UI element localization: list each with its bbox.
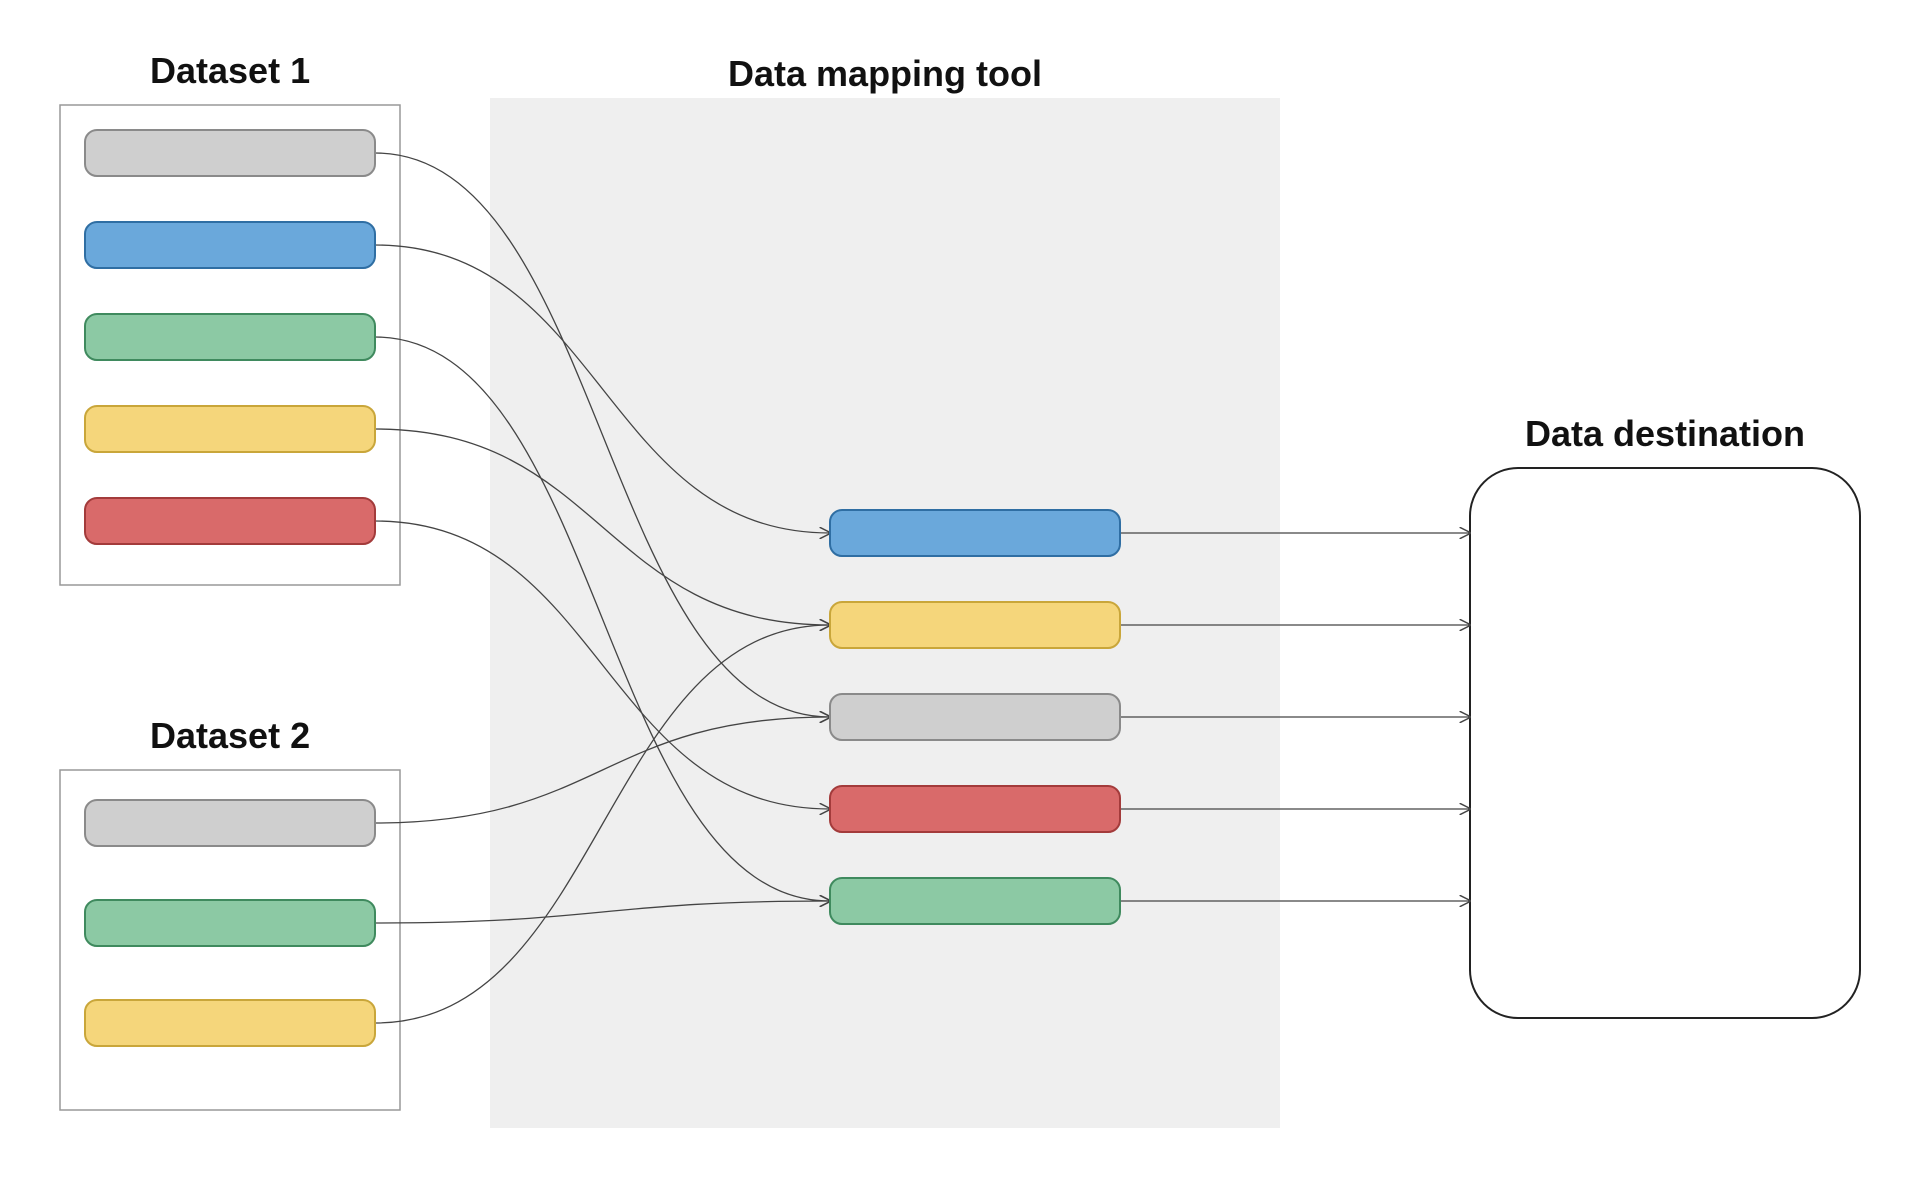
dataset2-heading: Dataset 2 bbox=[150, 715, 310, 756]
dataset1-heading: Dataset 1 bbox=[150, 50, 310, 91]
dataset2-fields bbox=[85, 800, 375, 1046]
dataset2-field-yellow bbox=[85, 1000, 375, 1046]
tool-field-blue bbox=[830, 510, 1120, 556]
destination-heading: Data destination bbox=[1525, 413, 1805, 454]
tool-field-yellow bbox=[830, 602, 1120, 648]
dataset1-field-gray bbox=[85, 130, 375, 176]
tool-heading: Data mapping tool bbox=[728, 53, 1042, 94]
tool-field-green bbox=[830, 878, 1120, 924]
dataset1-field-yellow bbox=[85, 406, 375, 452]
dataset2-field-green bbox=[85, 900, 375, 946]
dataset1-field-green bbox=[85, 314, 375, 360]
diagram-canvas: Dataset 1 Dataset 2 Data mapping tool Da… bbox=[0, 0, 1912, 1194]
dataset1-field-red bbox=[85, 498, 375, 544]
dataset2-field-gray bbox=[85, 800, 375, 846]
tool-field-red bbox=[830, 786, 1120, 832]
tool-field-gray bbox=[830, 694, 1120, 740]
destination-container bbox=[1470, 468, 1860, 1018]
dataset1-field-blue bbox=[85, 222, 375, 268]
